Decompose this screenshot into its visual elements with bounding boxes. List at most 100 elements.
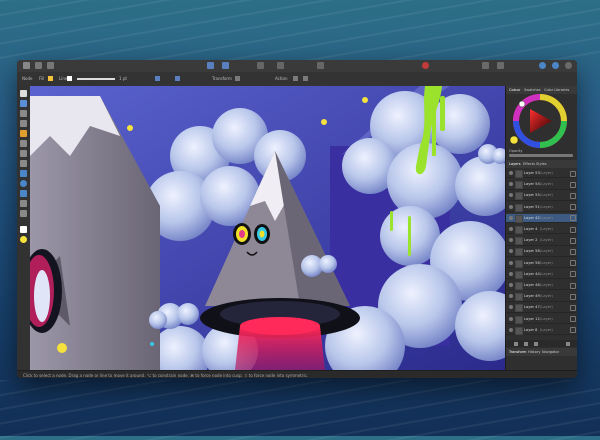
tab-effects[interactable]: Effects [523, 162, 535, 166]
layer-checkbox[interactable] [570, 271, 576, 278]
layer-checkbox[interactable] [570, 192, 576, 199]
visibility-icon[interactable] [509, 316, 513, 321]
zoom-tool-icon[interactable] [20, 210, 27, 217]
layer-row[interactable]: Layer 42 (Layer) [506, 213, 577, 224]
align-icon[interactable] [222, 62, 229, 69]
tab-transform[interactable]: Transform [509, 350, 526, 354]
layer-row[interactable]: Layer 46 (Layer) [506, 281, 577, 291]
stroke-width-value[interactable]: 1 pt [119, 76, 127, 81]
layer-row[interactable]: Layer 12 (Layer) [506, 315, 577, 324]
layer-checkbox[interactable] [570, 215, 576, 222]
move-tool-icon[interactable] [20, 90, 27, 97]
stroke-colour-icon[interactable] [20, 236, 27, 243]
visibility-icon[interactable] [509, 271, 513, 276]
visibility-icon[interactable] [509, 215, 513, 220]
layer-checkbox[interactable] [570, 304, 576, 311]
layer-checkbox[interactable] [570, 226, 576, 233]
layer-row[interactable]: Layer 2 (Layer) [506, 236, 577, 246]
action-icon-2[interactable] [303, 76, 308, 81]
insert-icon[interactable] [317, 62, 324, 69]
visibility-icon[interactable] [509, 171, 513, 175]
add-layer-icon[interactable] [514, 341, 518, 346]
ellipse-tool-icon[interactable] [20, 180, 27, 187]
visibility-icon[interactable] [509, 283, 513, 287]
layer-checkbox[interactable] [570, 248, 576, 255]
layer-row[interactable]: Layer 49 (Layer) [506, 292, 577, 302]
export-icon[interactable] [482, 62, 489, 69]
layer-checkbox[interactable] [570, 204, 576, 211]
studio-icon-2[interactable] [565, 62, 572, 69]
pen-tool-icon[interactable] [20, 110, 27, 117]
layer-row[interactable]: Layer 4 (Layer) [506, 225, 577, 235]
layer-row[interactable]: Layer 47 (Layer) [506, 303, 577, 313]
visibility-icon[interactable] [509, 238, 513, 243]
arrange-icon[interactable] [257, 62, 264, 69]
snapping-icon[interactable] [207, 62, 214, 69]
layer-checkbox[interactable] [570, 170, 576, 177]
record-icon[interactable] [422, 62, 429, 69]
layer-row[interactable]: Layer 56 (Layer) [506, 259, 577, 268]
fill-colour-icon[interactable] [20, 226, 27, 233]
transform-icon[interactable] [235, 76, 240, 81]
layer-row[interactable]: Layer 51 (Layer) [506, 203, 577, 212]
layer-row[interactable]: Layer 55 (Layer) [506, 191, 577, 201]
layer-checkbox[interactable] [570, 260, 576, 267]
group-icon[interactable] [534, 341, 538, 346]
brush-tool-icon[interactable] [20, 130, 27, 137]
tab-history[interactable]: History [528, 350, 540, 354]
colour-wheel-icon[interactable] [539, 62, 546, 69]
text-tool-icon[interactable] [20, 200, 27, 207]
action-icon[interactable] [293, 76, 298, 81]
tab-styles[interactable]: Styles [536, 162, 547, 166]
boolean-icon[interactable] [277, 62, 284, 69]
tab-swatches[interactable]: Swatches [524, 88, 541, 92]
visibility-icon[interactable] [509, 204, 513, 209]
persona-icon[interactable] [47, 62, 54, 69]
tab-navigator[interactable]: Navigator [542, 350, 559, 354]
visibility-icon[interactable] [509, 193, 513, 198]
tab-colour[interactable]: Colour [509, 88, 520, 92]
layer-row[interactable]: Layer 58 (Layer) [506, 247, 577, 257]
layer-checkbox[interactable] [570, 181, 576, 188]
layer-checkbox[interactable] [570, 282, 576, 289]
node-tool-icon[interactable] [20, 100, 27, 107]
document-canvas[interactable] [30, 86, 505, 370]
crop-tool-icon[interactable] [20, 160, 27, 167]
layer-checkbox[interactable] [570, 237, 576, 244]
pencil-tool-icon[interactable] [20, 120, 27, 127]
shape-tool-icon[interactable] [20, 190, 27, 197]
layer-row[interactable]: Layer 53 (Layer) [506, 169, 577, 179]
layer-row[interactable]: Layer 54 (Layer) [506, 180, 577, 190]
visibility-icon[interactable] [509, 227, 513, 231]
rectangle-tool-icon[interactable] [20, 170, 27, 177]
tab-layers[interactable]: Layers [509, 162, 521, 166]
layer-checkbox[interactable] [570, 293, 576, 300]
corner-icon[interactable] [155, 76, 160, 81]
mask-icon[interactable] [524, 341, 528, 346]
stroke-width-slider[interactable] [77, 78, 115, 80]
visibility-icon[interactable] [509, 294, 513, 299]
visibility-icon[interactable] [509, 305, 513, 310]
visibility-icon[interactable] [509, 182, 513, 187]
layer-row[interactable]: Layer 8 (Layer) [506, 326, 577, 336]
studio-icon[interactable] [552, 62, 559, 69]
fill-swatch[interactable] [48, 76, 53, 81]
opacity-slider[interactable] [509, 154, 573, 157]
delete-layer-icon[interactable] [566, 341, 570, 346]
move-tool-icon[interactable] [35, 62, 42, 69]
fill-label[interactable]: Fill [39, 76, 44, 81]
layer-checkbox[interactable] [570, 316, 576, 323]
visibility-icon[interactable] [509, 260, 513, 265]
layer-row[interactable]: Layer 44 (Layer) [506, 270, 577, 280]
tab-color-libraries[interactable]: Color Libraries [544, 88, 569, 92]
stroke-swatch[interactable] [67, 76, 72, 81]
visibility-icon[interactable] [509, 249, 513, 254]
transparency-tool-icon[interactable] [20, 150, 27, 157]
colour-wheel[interactable] [506, 94, 577, 149]
transform-tabs: Transform History Navigator [506, 348, 577, 356]
fill-tool-icon[interactable] [20, 140, 27, 147]
curve-icon[interactable] [175, 76, 180, 81]
view-mode-icon[interactable] [497, 62, 504, 69]
visibility-icon[interactable] [509, 327, 513, 332]
layer-checkbox[interactable] [570, 327, 576, 334]
